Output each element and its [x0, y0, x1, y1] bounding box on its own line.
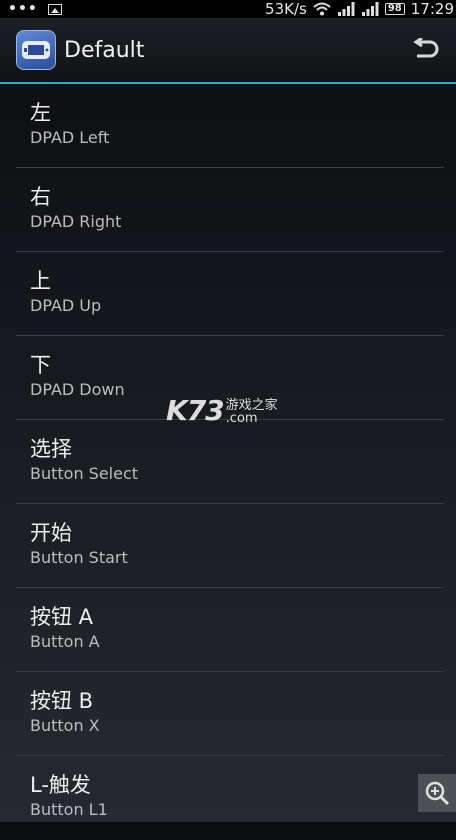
wifi-icon [313, 2, 331, 16]
item-title: 下 [30, 353, 51, 377]
list-item[interactable]: 下 DPAD Down [0, 336, 456, 420]
image-notification-icon [47, 3, 62, 15]
action-bar: Default [0, 18, 456, 84]
signal-icon-1 [337, 2, 355, 16]
undo-icon [413, 38, 439, 58]
key-mapping-list: 左 DPAD Left 右 DPAD Right 上 DPAD Up 下 DPA… [0, 84, 456, 840]
item-title: 按钮 A [30, 605, 94, 629]
item-subtitle: DPAD Left [30, 128, 110, 147]
clock: 17:29 [410, 0, 454, 18]
item-title: 左 [30, 101, 51, 125]
list-item[interactable]: 左 DPAD Left [0, 84, 456, 168]
item-subtitle: Button L1 [30, 800, 108, 819]
item-subtitle: Button Start [30, 548, 128, 567]
item-subtitle: DPAD Right [30, 212, 122, 231]
back-button[interactable] [410, 34, 442, 66]
item-title: 按钮 B [30, 689, 94, 713]
overflow-dots: ••• [8, 1, 38, 17]
list-item[interactable]: L-触发 Button L1 [0, 756, 456, 840]
list-item[interactable]: 按钮 B Button X [0, 672, 456, 756]
gamepad-icon [22, 41, 50, 59]
page-title: Default [64, 37, 145, 63]
item-title: L-触发 [30, 773, 91, 797]
item-title: 选择 [30, 437, 72, 461]
signal-icon-2 [361, 2, 379, 16]
list-item[interactable]: 上 DPAD Up [0, 252, 456, 336]
item-subtitle: Button Select [30, 464, 139, 483]
item-subtitle: Button A [30, 632, 100, 651]
item-title: 右 [30, 185, 51, 209]
list-item[interactable]: 开始 Button Start [0, 504, 456, 588]
zoom-button[interactable] [418, 774, 456, 812]
item-title: 开始 [30, 521, 72, 545]
list-item[interactable]: 选择 Button Select [0, 420, 456, 504]
item-subtitle: Button X [30, 716, 100, 735]
list-item[interactable]: 按钮 A Button A [0, 588, 456, 672]
app-icon[interactable] [16, 30, 56, 70]
item-subtitle: DPAD Up [30, 296, 102, 315]
zoom-in-icon [425, 781, 450, 806]
network-speed: 53K/s [265, 0, 307, 18]
item-subtitle: DPAD Down [30, 380, 125, 399]
status-bar: ••• 53K/s 98 17:29 [0, 0, 456, 18]
item-title: 上 [30, 269, 51, 293]
battery-indicator: 98 [384, 3, 405, 15]
list-item[interactable]: 右 DPAD Right [0, 168, 456, 252]
